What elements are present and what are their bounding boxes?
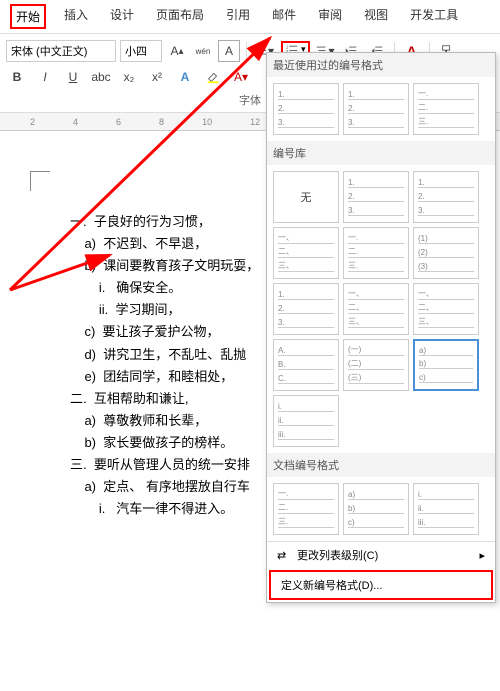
- numbering-thumb-abc[interactable]: a)b)c): [413, 339, 479, 391]
- ribbon-tabs: 开始 插入 设计 页面布局 引用 邮件 审阅 视图 开发工具: [0, 0, 500, 34]
- tab-view[interactable]: 视图: [360, 4, 392, 29]
- text-effects-button[interactable]: A: [174, 66, 196, 88]
- ruler-mark: 6: [116, 117, 121, 127]
- numbering-thumb-none[interactable]: 无: [273, 171, 339, 223]
- section-recent-title: 最近使用过的编号格式: [267, 53, 495, 77]
- numbering-thumb-cn[interactable]: 一、二、三、: [273, 227, 339, 279]
- subscript-button[interactable]: x₂: [118, 66, 140, 88]
- numbering-thumb-cn3[interactable]: 一、二、三、: [343, 283, 409, 335]
- strikethrough-button[interactable]: abc: [90, 66, 112, 88]
- tab-review[interactable]: 审阅: [314, 4, 346, 29]
- ruler-mark: 8: [159, 117, 164, 127]
- numbering-thumb-paren[interactable]: (1)(2)(3): [413, 227, 479, 279]
- numbering-thumb-cn4[interactable]: 一、二、三、: [413, 283, 479, 335]
- numbering-thumb-cn-dot[interactable]: 一.二.三.: [413, 83, 479, 135]
- numbering-thumb-big-abc[interactable]: A.B.C.: [273, 339, 339, 391]
- section-library-title: 编号库: [267, 141, 495, 165]
- tab-developer[interactable]: 开发工具: [406, 4, 462, 29]
- pinyin-guide-button[interactable]: wén: [192, 40, 214, 62]
- ruler-mark: 4: [73, 117, 78, 127]
- numbering-thumb-123c[interactable]: 1.2.3.: [343, 171, 409, 223]
- numbering-dropdown: 最近使用过的编号格式 1.2.3. 1.2.3. 一.二.三. 编号库 无 1.…: [266, 52, 496, 603]
- font-size-select[interactable]: [120, 40, 162, 62]
- character-border-button[interactable]: A: [218, 40, 240, 62]
- highlight-button[interactable]: [202, 66, 224, 88]
- numbering-thumb-123e[interactable]: 1.2.3.: [273, 283, 339, 335]
- chevron-right-icon: ▸: [479, 549, 485, 562]
- numbering-thumb-123d[interactable]: 1.2.3.: [413, 171, 479, 223]
- italic-button[interactable]: I: [34, 66, 56, 88]
- tab-references[interactable]: 引用: [222, 4, 254, 29]
- numbering-thumb-doc-roman[interactable]: i.ii.iii.: [413, 483, 479, 535]
- page-corner-icon: [30, 171, 50, 191]
- section-doc-title: 文档编号格式: [267, 453, 495, 477]
- tab-layout[interactable]: 页面布局: [152, 4, 208, 29]
- indent-icon: ⇄: [277, 549, 291, 562]
- superscript-button[interactable]: x²: [146, 66, 168, 88]
- underline-button[interactable]: U: [62, 66, 84, 88]
- increase-font-button[interactable]: A▴: [166, 40, 188, 62]
- numbering-thumb-doc-abc[interactable]: a)b)c): [343, 483, 409, 535]
- ruler-mark: 2: [30, 117, 35, 127]
- tab-home[interactable]: 开始: [10, 4, 46, 29]
- define-new-format-label: 定义新编号格式(D)...: [281, 577, 382, 593]
- ruler-mark: 12: [250, 117, 260, 127]
- tab-mailings[interactable]: 邮件: [268, 4, 300, 29]
- tab-design[interactable]: 设计: [106, 4, 138, 29]
- define-new-format-item[interactable]: 定义新编号格式(D)...: [269, 570, 493, 600]
- bold-button[interactable]: B: [6, 66, 28, 88]
- font-color-2-button[interactable]: A▾: [230, 66, 252, 88]
- numbering-thumb-123b[interactable]: 1.2.3.: [343, 83, 409, 135]
- numbering-thumb-123[interactable]: 1.2.3.: [273, 83, 339, 135]
- numbering-thumb-cn-paren[interactable]: (一)(二)(三): [343, 339, 409, 391]
- change-list-level-label: 更改列表级别(C): [297, 547, 378, 563]
- numbering-thumb-roman[interactable]: i.ii.iii.: [273, 395, 339, 447]
- numbering-thumb-cn2[interactable]: 一.二.三.: [343, 227, 409, 279]
- numbering-thumb-doc-cn[interactable]: 一.二.三.: [273, 483, 339, 535]
- ruler-mark: 10: [202, 117, 212, 127]
- tab-insert[interactable]: 插入: [60, 4, 92, 29]
- font-name-select[interactable]: [6, 40, 116, 62]
- change-list-level-item[interactable]: ⇄ 更改列表级别(C) ▸: [267, 542, 495, 568]
